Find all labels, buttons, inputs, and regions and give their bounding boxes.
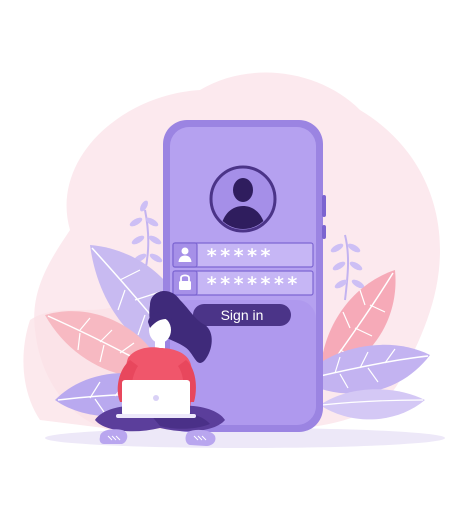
phone-side-button-lower (322, 225, 326, 239)
shoe-left (99, 429, 128, 444)
signin-button[interactable]: Sign in (193, 304, 291, 326)
phone-side-button (322, 195, 326, 217)
signin-label: Sign in (221, 307, 264, 323)
laptop (116, 380, 196, 418)
laptop-logo-icon (153, 395, 159, 401)
avatar (209, 165, 277, 233)
username-field[interactable]: ***** (172, 242, 314, 268)
password-field[interactable]: ******* (172, 270, 314, 296)
password-value: ******* (206, 273, 300, 295)
login-illustration: ***** ******* Sign in (23, 72, 445, 448)
username-value: ***** (206, 245, 273, 267)
